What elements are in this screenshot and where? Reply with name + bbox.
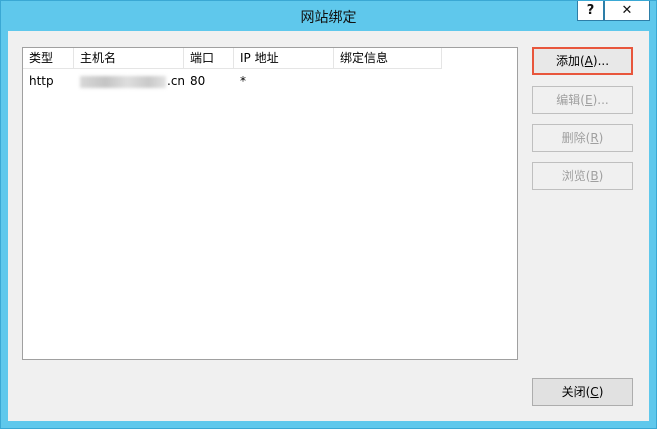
bindings-list[interactable]: 类型 主机名 端口 IP 地址 绑定信息 http .cn 80 * xyxy=(22,47,518,360)
binding-info xyxy=(334,71,340,91)
column-header-type[interactable]: 类型 xyxy=(23,48,74,69)
column-header-port[interactable]: 端口 xyxy=(184,48,234,69)
column-header-binding-info[interactable]: 绑定信息 xyxy=(334,48,442,69)
binding-type: http xyxy=(29,74,54,88)
dialog-title: 网站绑定 xyxy=(300,10,357,26)
binding-hostname: .cn xyxy=(74,71,185,91)
binding-ip: * xyxy=(240,74,246,88)
site-bindings-dialog: 网站绑定 ? ✕ 类型 主机名 端口 IP 地址 绑定信息 http .cn 8… xyxy=(0,0,657,429)
redacted-hostname xyxy=(80,75,166,88)
help-button[interactable]: ? xyxy=(577,1,604,21)
add-button[interactable]: 添加(A)... xyxy=(532,47,633,75)
column-header-ip[interactable]: IP 地址 xyxy=(234,48,334,69)
browse-button[interactable]: 浏览(B) xyxy=(532,162,633,190)
close-icon: ✕ xyxy=(621,3,633,18)
close-button[interactable]: 关闭(C) xyxy=(532,378,633,406)
title-bar[interactable]: 网站绑定 ? ✕ xyxy=(1,1,656,31)
column-header-hostname[interactable]: 主机名 xyxy=(74,48,184,69)
binding-row[interactable]: http .cn 80 * xyxy=(23,71,517,91)
dialog-body: 类型 主机名 端口 IP 地址 绑定信息 http .cn 80 * 添加(A)… xyxy=(8,31,649,421)
binding-port: 80 xyxy=(190,74,206,88)
bindings-list-header: 类型 主机名 端口 IP 地址 绑定信息 xyxy=(23,48,517,70)
edit-button[interactable]: 编辑(E)... xyxy=(532,86,633,114)
close-window-button[interactable]: ✕ xyxy=(604,1,650,21)
binding-hostname-suffix: .cn xyxy=(167,74,186,88)
remove-button[interactable]: 删除(R) xyxy=(532,124,633,152)
